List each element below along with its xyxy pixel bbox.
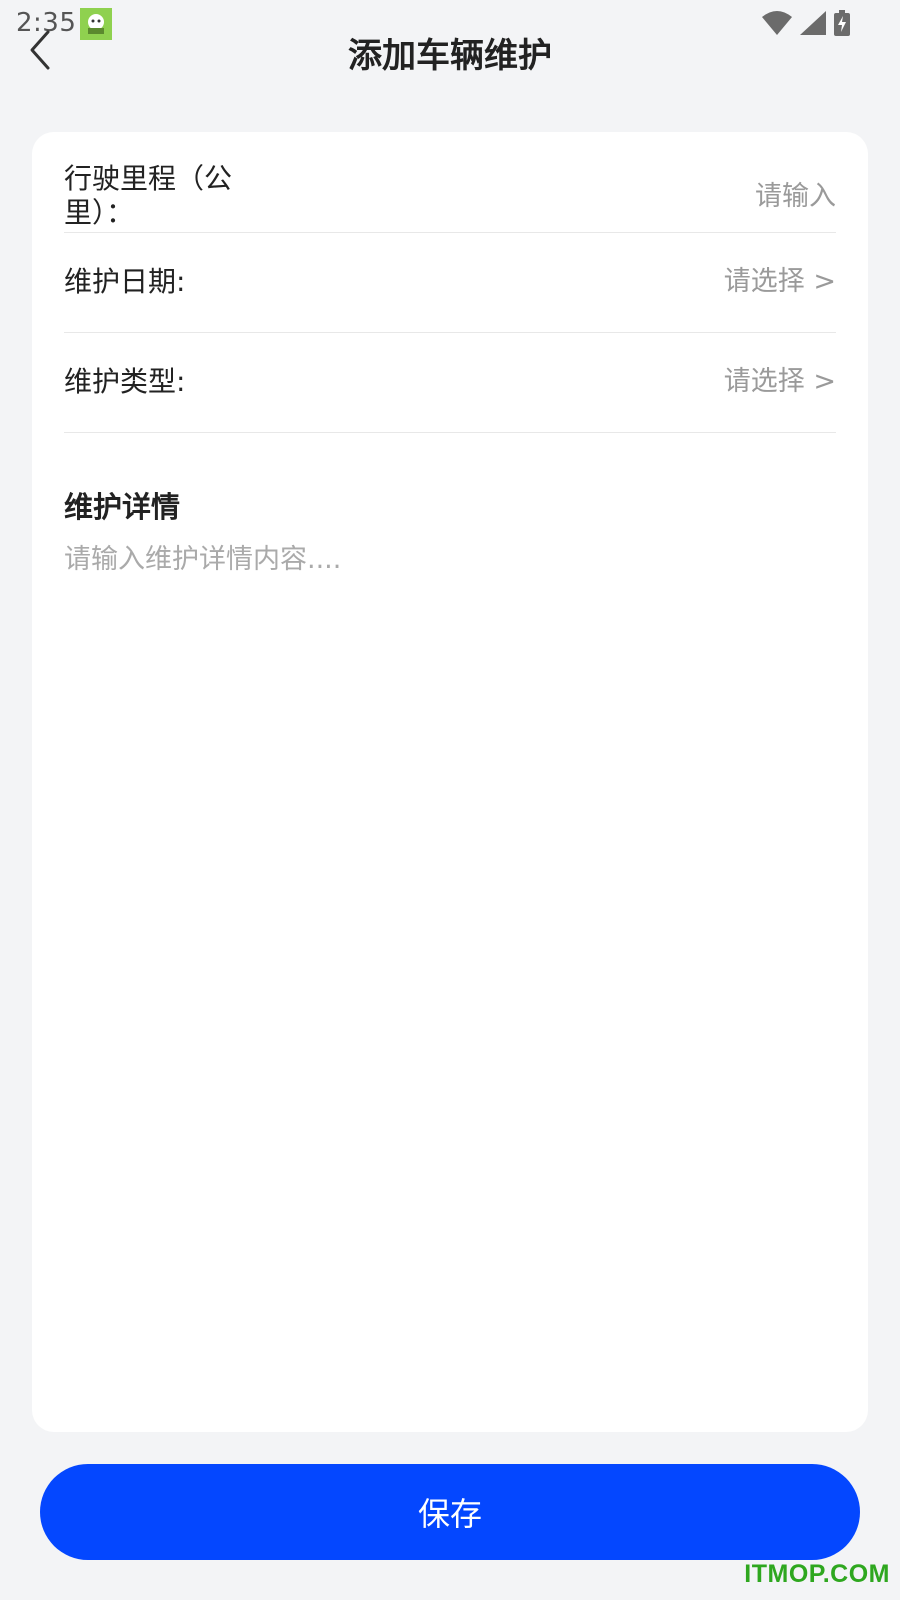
maintenance-type-label: 维护类型: <box>64 365 186 398</box>
maintenance-date-select[interactable]: 请选择 > <box>724 265 836 299</box>
maintenance-date-row[interactable]: 维护日期: 请选择 > <box>64 232 836 333</box>
top-bar: 添加车辆维护 <box>0 20 900 80</box>
details-textarea[interactable] <box>64 540 836 1400</box>
maintenance-type-row[interactable]: 维护类型: 请选择 > <box>64 332 836 433</box>
watermark: ITMOP.COM <box>744 1560 890 1588</box>
mileage-row[interactable]: 行驶里程（公里）： 请输入 <box>64 132 836 233</box>
details-title: 维护详情 <box>64 490 181 524</box>
mileage-label: 行驶里程（公里）： <box>64 162 233 229</box>
maintenance-form-card: 行驶里程（公里）： 请输入 维护日期: 请选择 > 维护类型: 请选择 > 维护… <box>32 132 868 1432</box>
maintenance-type-select[interactable]: 请选择 > <box>724 365 836 399</box>
save-button[interactable]: 保存 <box>40 1464 860 1560</box>
maintenance-date-label: 维护日期: <box>64 265 186 298</box>
page-title: 添加车辆维护 <box>348 36 552 76</box>
mileage-input[interactable]: 请输入 <box>755 180 836 214</box>
